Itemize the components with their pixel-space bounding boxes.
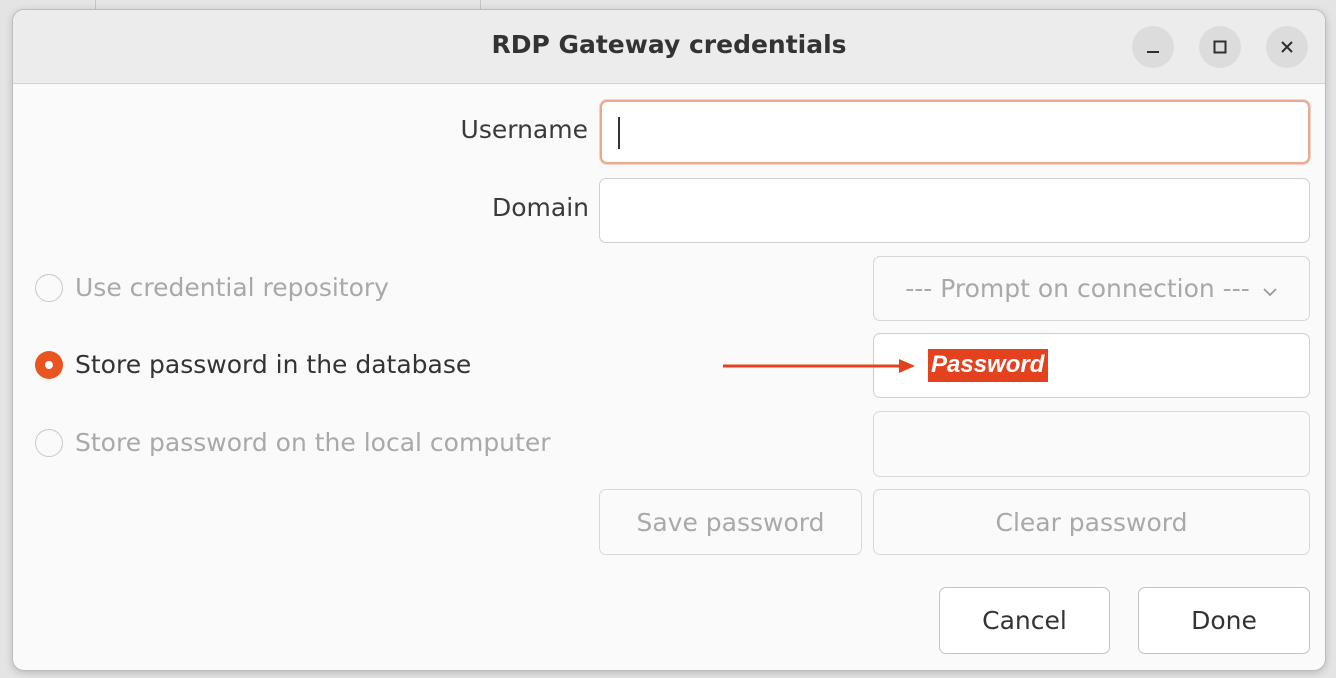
username-field[interactable] xyxy=(600,100,1310,164)
radio-store-password-local[interactable]: Store password on the local computer xyxy=(35,428,551,457)
annotation-arrow-icon xyxy=(723,359,915,373)
maximize-button[interactable] xyxy=(1199,26,1241,68)
local-password-field[interactable] xyxy=(873,411,1310,477)
clear-password-button[interactable]: Clear password xyxy=(873,489,1310,555)
radio-store-password-database[interactable]: Store password in the database xyxy=(35,350,471,379)
close-button[interactable] xyxy=(1266,26,1308,68)
radio-label: Use credential repository xyxy=(75,273,389,302)
radio-label: Store password on the local computer xyxy=(75,428,551,457)
cancel-button[interactable]: Cancel xyxy=(939,587,1110,654)
save-password-button[interactable]: Save password xyxy=(599,489,862,555)
text-cursor xyxy=(618,117,620,149)
chevron-down-icon xyxy=(1262,274,1278,303)
domain-label: Domain xyxy=(491,193,589,222)
maximize-icon xyxy=(1212,39,1228,55)
done-button[interactable]: Done xyxy=(1138,587,1310,654)
credentials-dialog: RDP Gateway credentials Username Domain … xyxy=(12,9,1326,671)
radio-use-credential-repository[interactable]: Use credential repository xyxy=(35,273,389,302)
dialog-title: RDP Gateway credentials xyxy=(491,30,847,59)
credential-repository-select[interactable]: --- Prompt on connection --- xyxy=(873,256,1310,321)
password-annotation-label: Password xyxy=(928,349,1049,382)
radio-label: Store password in the database xyxy=(75,350,472,379)
select-value: --- Prompt on connection --- xyxy=(905,274,1250,303)
minimize-button[interactable] xyxy=(1132,26,1174,68)
title-bar[interactable]: RDP Gateway credentials xyxy=(13,10,1325,84)
radio-button[interactable] xyxy=(35,273,63,302)
radio-button[interactable] xyxy=(35,428,63,457)
minimize-icon xyxy=(1145,39,1161,55)
radio-button[interactable] xyxy=(35,350,63,379)
domain-field[interactable] xyxy=(599,178,1310,243)
username-label: Username xyxy=(460,115,588,144)
close-icon xyxy=(1279,39,1295,55)
